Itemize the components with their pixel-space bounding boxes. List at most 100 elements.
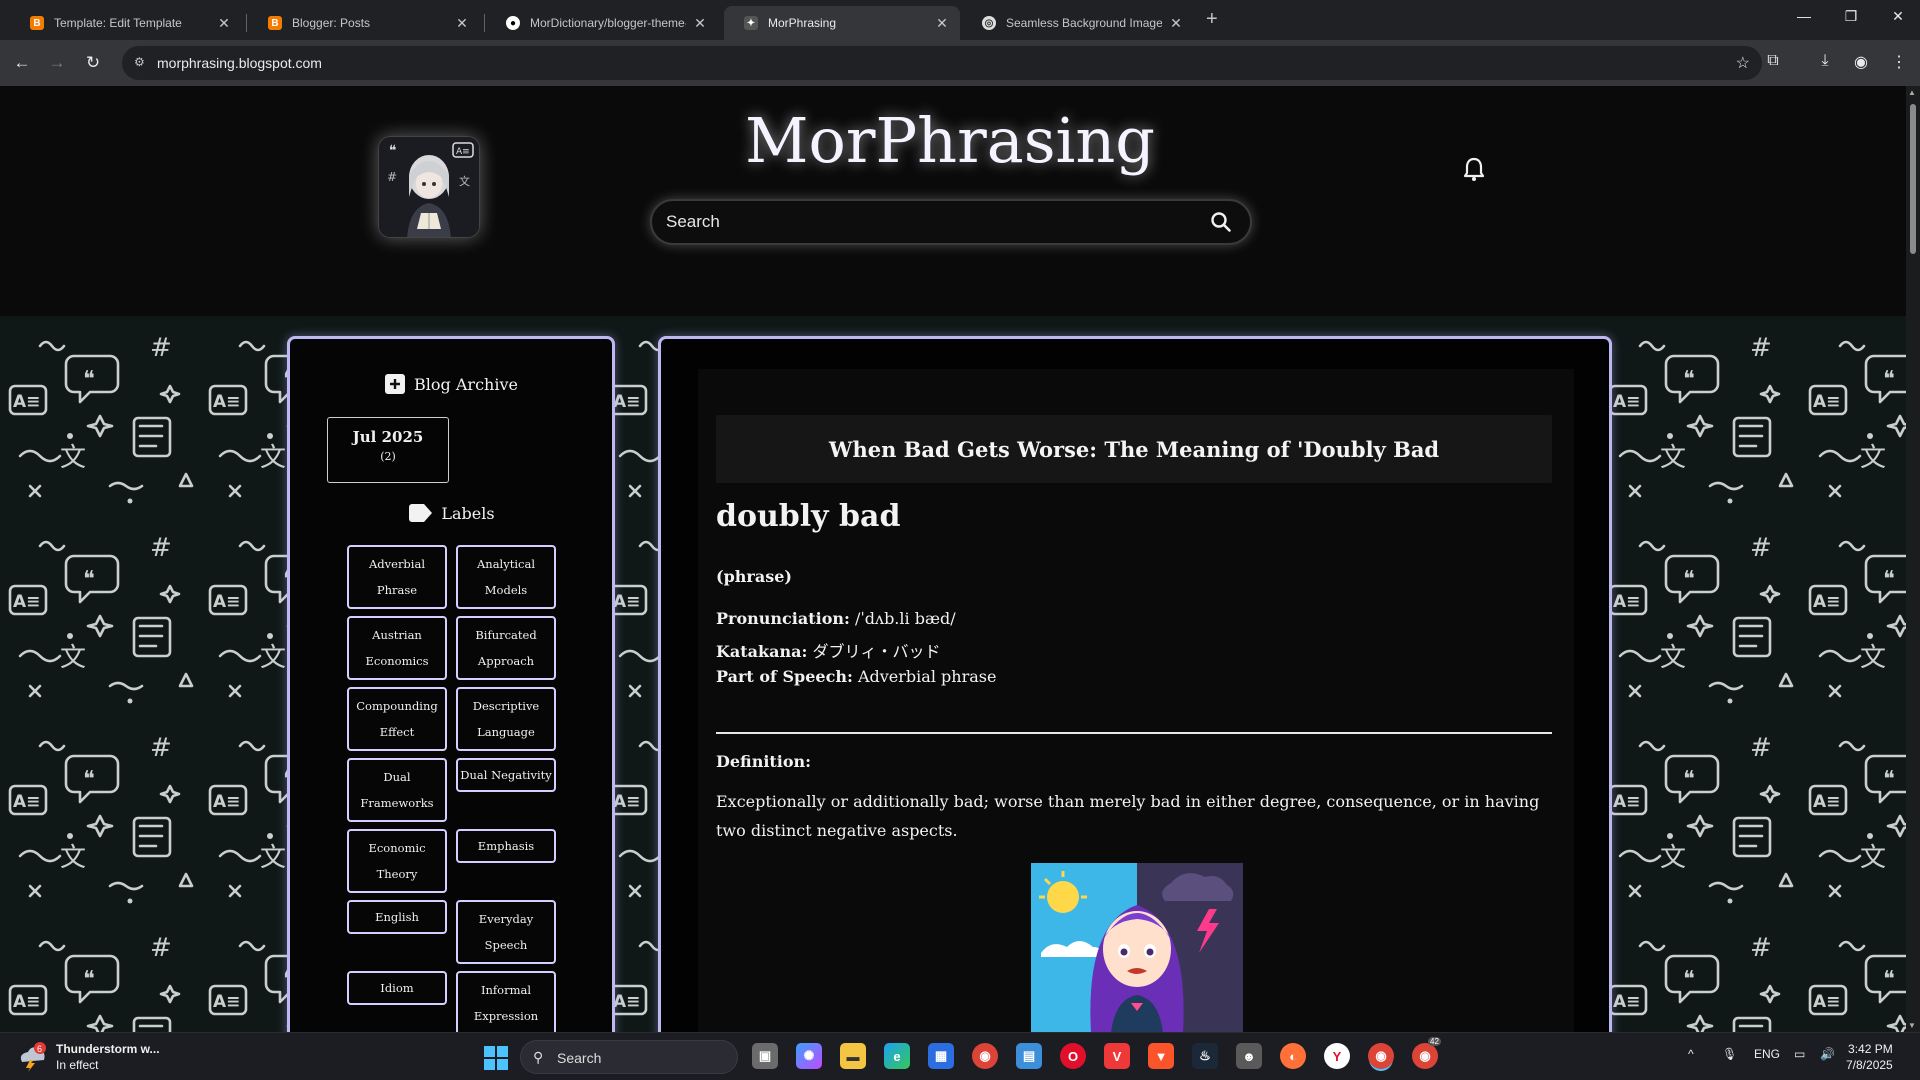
- label-analytical-models[interactable]: Analytical Models: [456, 545, 556, 609]
- close-icon[interactable]: ✕: [692, 15, 708, 32]
- windows-start-icon[interactable]: [484, 1046, 508, 1070]
- tab-github[interactable]: ● MorDictionary/blogger-theme- ✕: [486, 6, 718, 40]
- search-icon[interactable]: [1208, 209, 1234, 235]
- site-info-icon[interactable]: ⚙: [134, 55, 145, 69]
- chrome-icon[interactable]: ◉: [972, 1043, 998, 1069]
- restore-button[interactable]: ❐: [1841, 8, 1861, 25]
- pronunciation-row: Pronunciation: /ˈdʌb.li bæd/: [716, 609, 956, 628]
- close-icon[interactable]: ✕: [1168, 15, 1184, 32]
- label-compounding-effect[interactable]: Compounding Effect: [347, 687, 447, 751]
- search-bar: [650, 199, 1252, 245]
- definition-label: Definition:: [716, 752, 812, 771]
- label-everyday-speech[interactable]: Everyday Speech: [456, 900, 556, 964]
- blogger-icon: B: [268, 16, 282, 30]
- labels-heading: Labels: [290, 503, 612, 523]
- tab-blogger-posts[interactable]: B Blogger: Posts ✕: [248, 6, 480, 40]
- label-dual-negativity[interactable]: Dual Negativity: [456, 758, 556, 792]
- post-container: When Bad Gets Worse: The Meaning of 'Dou…: [658, 336, 1612, 1032]
- vivaldi-icon[interactable]: V: [1104, 1043, 1130, 1069]
- part-of-speech-label: Part of Speech:: [716, 667, 853, 686]
- steam-icon[interactable]: ♨: [1192, 1043, 1218, 1069]
- weather-title: Thunderstorm w...: [56, 1042, 160, 1056]
- post-illustration: [1031, 863, 1243, 1032]
- tab-template-edit[interactable]: B Template: Edit Template ✕: [10, 6, 242, 40]
- clock-time: 3:42 PM: [1848, 1042, 1893, 1056]
- opera-icon[interactable]: O: [1060, 1043, 1086, 1069]
- chrome-active-icon[interactable]: ◉: [1368, 1043, 1394, 1069]
- bookmark-star-icon[interactable]: ☆: [1736, 53, 1750, 73]
- clock-date: 7/8/2025: [1846, 1058, 1893, 1072]
- label-economic-theory[interactable]: Economic Theory: [347, 829, 447, 893]
- tab-morphrasing[interactable]: ✦ MorPhrasing ✕: [724, 6, 960, 40]
- download-icon[interactable]: ⤓: [1814, 52, 1836, 70]
- page-scrollbar[interactable]: ▲ ▼: [1906, 86, 1920, 1032]
- profile-avatar[interactable]: ◉: [1850, 52, 1872, 72]
- entry-word: doubly bad: [716, 499, 901, 534]
- archive-heading-text: Blog Archive: [414, 374, 518, 394]
- tray-overflow-icon[interactable]: ^: [1688, 1047, 1694, 1061]
- post-title[interactable]: When Bad Gets Worse: The Meaning of 'Dou…: [829, 437, 1439, 462]
- brave-icon[interactable]: ▼: [1148, 1043, 1174, 1069]
- back-button[interactable]: ←: [9, 50, 35, 76]
- network-icon[interactable]: ▭: [1794, 1047, 1805, 1061]
- label-bifurcated-approach[interactable]: Bifurcated Approach: [456, 616, 556, 680]
- label-dual-frameworks[interactable]: Dual Frameworks: [347, 758, 447, 822]
- close-icon[interactable]: ✕: [216, 15, 232, 32]
- katakana-value: ダブリィ・バッド: [807, 642, 941, 661]
- task-view-icon[interactable]: ▣: [752, 1043, 778, 1069]
- firefox-icon[interactable]: ◐: [1280, 1043, 1306, 1069]
- yandex-icon[interactable]: Y: [1324, 1043, 1350, 1069]
- globe-icon: ◎: [982, 16, 996, 30]
- close-icon[interactable]: ✕: [454, 15, 470, 32]
- label-informal-expression[interactable]: Informal Expression: [456, 971, 556, 1032]
- store-icon[interactable]: ▦: [928, 1043, 954, 1069]
- archive-count: (2): [380, 450, 396, 463]
- label-descriptive-language[interactable]: Descriptive Language: [456, 687, 556, 751]
- page-viewport: ❝ A≡ # 文 MorPhrasing Search Blog Archive…: [0, 86, 1906, 1032]
- chrome-profile-icon[interactable]: ◉: [1412, 1043, 1438, 1069]
- pronunciation-value: /ˈdʌb.li bæd/: [849, 609, 956, 628]
- tab-title: Template: Edit Template: [54, 16, 182, 30]
- gimp-icon[interactable]: ☻: [1236, 1043, 1262, 1069]
- address-bar[interactable]: ⚙ morphrasing.blogspot.com ☆: [122, 46, 1762, 80]
- label-austrian-economics[interactable]: Austrian Economics: [347, 616, 447, 680]
- label-english[interactable]: English: [347, 900, 447, 934]
- post-title-bar: When Bad Gets Worse: The Meaning of 'Dou…: [716, 415, 1552, 483]
- morphrasing-icon: ✦: [744, 16, 758, 30]
- search-input[interactable]: [666, 212, 1186, 232]
- copilot-icon[interactable]: ✺: [796, 1043, 822, 1069]
- label-adverbial-phrase[interactable]: Adverbial Phrase: [347, 545, 447, 609]
- archive-month-jul-2025[interactable]: Jul 2025 (2): [327, 417, 449, 483]
- volume-icon[interactable]: 🔊: [1820, 1047, 1835, 1061]
- edge-icon[interactable]: e: [884, 1043, 910, 1069]
- scroll-down-icon[interactable]: ▼: [1908, 1021, 1916, 1030]
- site-title[interactable]: MorPhrasing: [500, 104, 1400, 177]
- close-window-button[interactable]: ✕: [1888, 8, 1908, 25]
- scroll-thumb[interactable]: [1910, 104, 1916, 254]
- svg-text:#: #: [387, 170, 397, 184]
- sidebar: Blog Archive Jul 2025 (2) Labels Adverbi…: [287, 336, 615, 1032]
- system-clock[interactable]: 3:42 PM 7/8/2025: [1846, 1041, 1893, 1073]
- close-icon[interactable]: ✕: [934, 15, 950, 32]
- minimize-button[interactable]: —: [1794, 8, 1814, 24]
- bell-icon[interactable]: [1462, 156, 1486, 182]
- file-explorer-icon[interactable]: ▬: [840, 1043, 866, 1069]
- menu-icon[interactable]: ⋮: [1888, 52, 1910, 72]
- tab-separator: [484, 14, 485, 32]
- new-tab-button[interactable]: +: [1206, 8, 1218, 31]
- tab-search-icon[interactable]: ⧉: [1762, 52, 1784, 70]
- photos-icon[interactable]: ▤: [1016, 1043, 1042, 1069]
- scroll-up-icon[interactable]: ▲: [1908, 88, 1916, 97]
- chrome-badge: 42: [1428, 1037, 1441, 1046]
- svg-text:文: 文: [459, 174, 470, 188]
- label-idiom[interactable]: Idiom: [347, 971, 447, 1005]
- microphone-icon[interactable]: 🎙: [1722, 1047, 1737, 1061]
- label-emphasis[interactable]: Emphasis: [456, 829, 556, 863]
- reload-button[interactable]: ↻: [80, 50, 106, 76]
- forward-button[interactable]: →: [44, 50, 70, 76]
- weather-widget[interactable]: 6 Thunderstorm w... In effect: [16, 1041, 160, 1073]
- site-logo[interactable]: ❝ A≡ # 文: [378, 136, 480, 238]
- taskbar-search[interactable]: ⚲ Search: [520, 1040, 738, 1074]
- language-indicator[interactable]: ENG: [1754, 1047, 1780, 1061]
- tab-seamless-bg[interactable]: ◎ Seamless Background Image C ✕: [962, 6, 1194, 40]
